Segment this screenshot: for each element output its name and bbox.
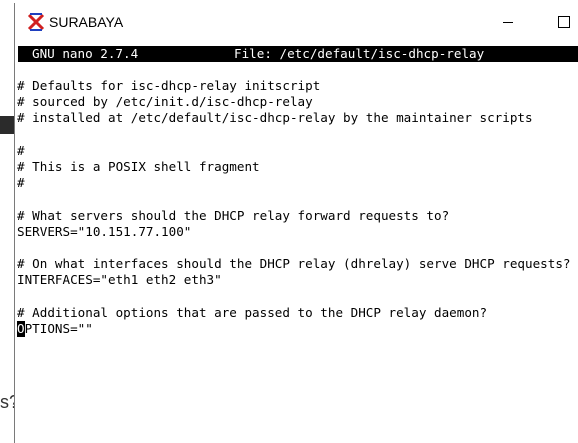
editor-buffer[interactable]: # Defaults for isc-dhcp-relay initscript… <box>17 78 571 338</box>
cursor-line-rest: PTIONS="" <box>24 320 93 336</box>
background-window-edge <box>0 116 14 134</box>
editor-line: # This is a POSIX shell fragment <box>17 158 260 174</box>
window-title: SURABAYA <box>49 14 124 30</box>
nano-header-bar: GNU nano 2.7.4 File: /etc/default/isc-dh… <box>18 46 578 62</box>
editor-line: # sourced by /etc/init.d/isc-dhcp-relay <box>17 94 313 110</box>
terminal-window: SURABAYA GNU nano 2.7.4 File: /etc/defau… <box>14 3 578 443</box>
editor-line: # <box>17 142 25 158</box>
desktop-background <box>0 0 14 433</box>
editor-line: # Defaults for isc-dhcp-relay initscript <box>17 78 321 93</box>
editor-line: SERVERS="10.151.77.100" <box>17 223 192 239</box>
minimize-button[interactable] <box>485 7 531 37</box>
title-bar[interactable]: SURABAYA <box>15 3 578 41</box>
editor-line: INTERFACES="eth1 eth2 eth3" <box>17 272 222 288</box>
minimize-icon <box>503 21 513 23</box>
nano-file-label: File: /etc/default/isc-dhcp-relay <box>234 46 485 61</box>
text-cursor: O <box>17 320 25 338</box>
editor-line-cursor: OPTIONS="" <box>17 320 571 338</box>
editor-line: # Additional options that are passed to … <box>17 304 488 320</box>
maximize-icon <box>558 16 570 28</box>
editor-line: # installed at /etc/default/isc-dhcp-rel… <box>17 110 533 126</box>
nano-version: GNU nano 2.7.4 <box>32 46 139 61</box>
editor-line: # What servers should the DHCP relay for… <box>17 207 450 223</box>
editor-line: # <box>17 175 25 191</box>
x-app-icon <box>27 13 45 31</box>
editor-line: # On what interfaces should the DHCP rel… <box>17 256 571 272</box>
maximize-button[interactable] <box>541 7 578 37</box>
terminal-area[interactable]: GNU nano 2.7.4 File: /etc/default/isc-dh… <box>15 41 578 443</box>
